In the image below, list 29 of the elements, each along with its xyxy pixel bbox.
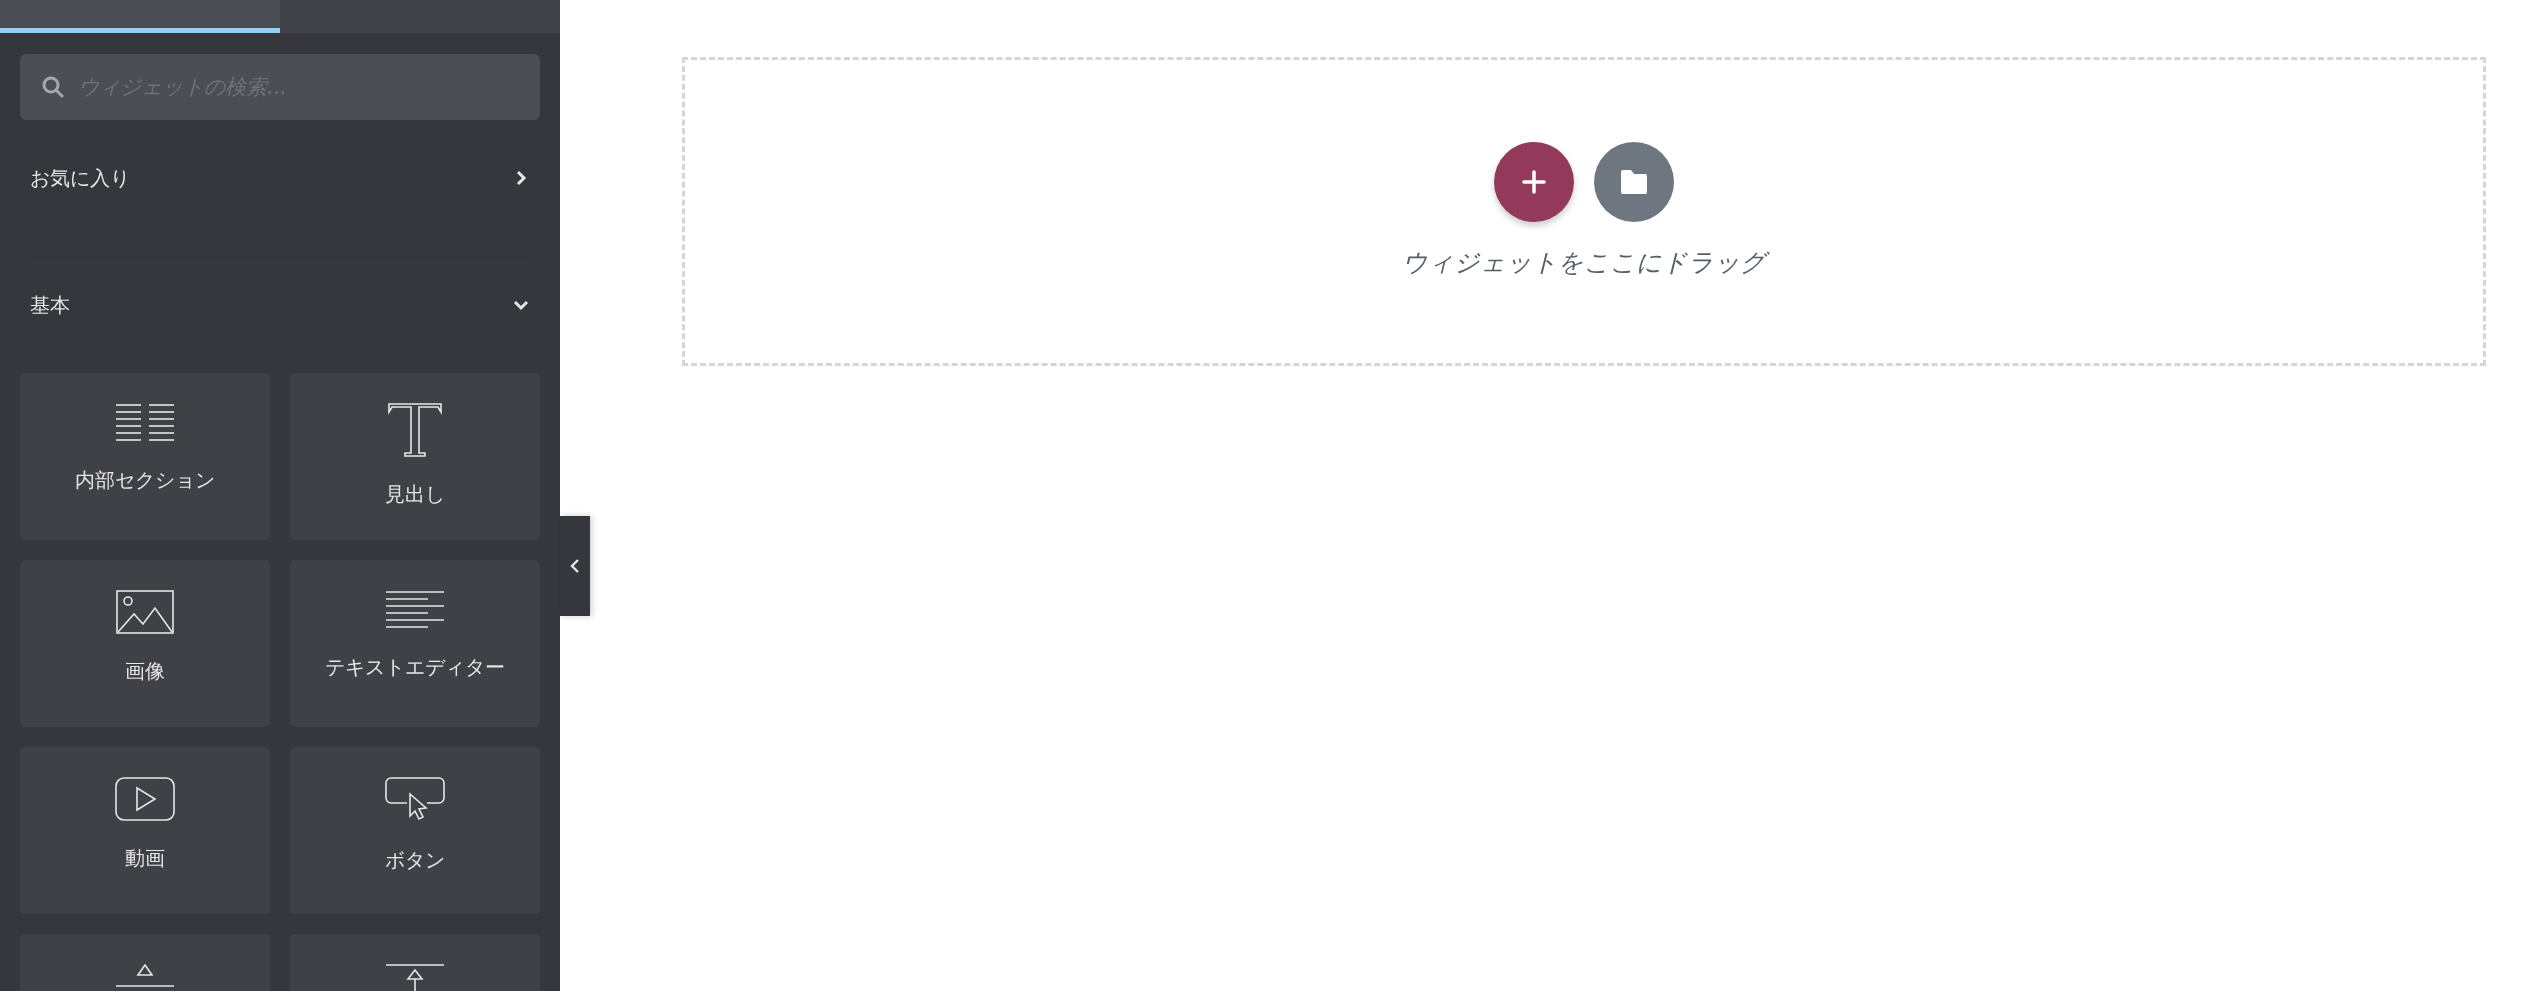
widget-label: 動画 xyxy=(125,845,165,872)
play-icon xyxy=(115,777,175,821)
image-icon xyxy=(116,590,174,634)
add-section-button[interactable] xyxy=(1494,142,1574,222)
text-lines-icon xyxy=(386,590,444,630)
category-title: 基本 xyxy=(30,291,70,319)
collapse-panel-button[interactable] xyxy=(560,516,590,616)
widget-label: テキストエディター xyxy=(325,654,505,681)
widget-label: 内部セクション xyxy=(75,467,215,494)
button-cursor-icon xyxy=(385,777,445,823)
category-title: お気に入り xyxy=(30,164,130,192)
category-header[interactable]: お気に入り xyxy=(0,120,560,236)
serif-letter-t-icon xyxy=(388,403,442,457)
widget-card[interactable]: 画像 xyxy=(20,560,270,727)
widget-card[interactable]: 見出し xyxy=(290,373,540,540)
widget-card[interactable]: ボタン xyxy=(290,747,540,914)
widget-label: ボタン xyxy=(385,847,445,874)
category-header[interactable]: 基本 xyxy=(0,257,560,353)
two-text-columns-icon xyxy=(116,403,174,443)
widget-card[interactable]: 内部セクション xyxy=(20,373,270,540)
widget-label: 画像 xyxy=(125,658,165,685)
chevron-left-icon xyxy=(570,559,580,573)
plus-icon xyxy=(1522,170,1546,194)
panel-tab[interactable] xyxy=(0,0,280,33)
widget-card[interactable]: テキストエディター xyxy=(290,560,540,727)
folder-icon xyxy=(1619,169,1649,195)
widget-card[interactable]: 動画 xyxy=(20,747,270,914)
search-icon xyxy=(42,76,64,98)
widget-label: 見出し xyxy=(385,481,445,508)
